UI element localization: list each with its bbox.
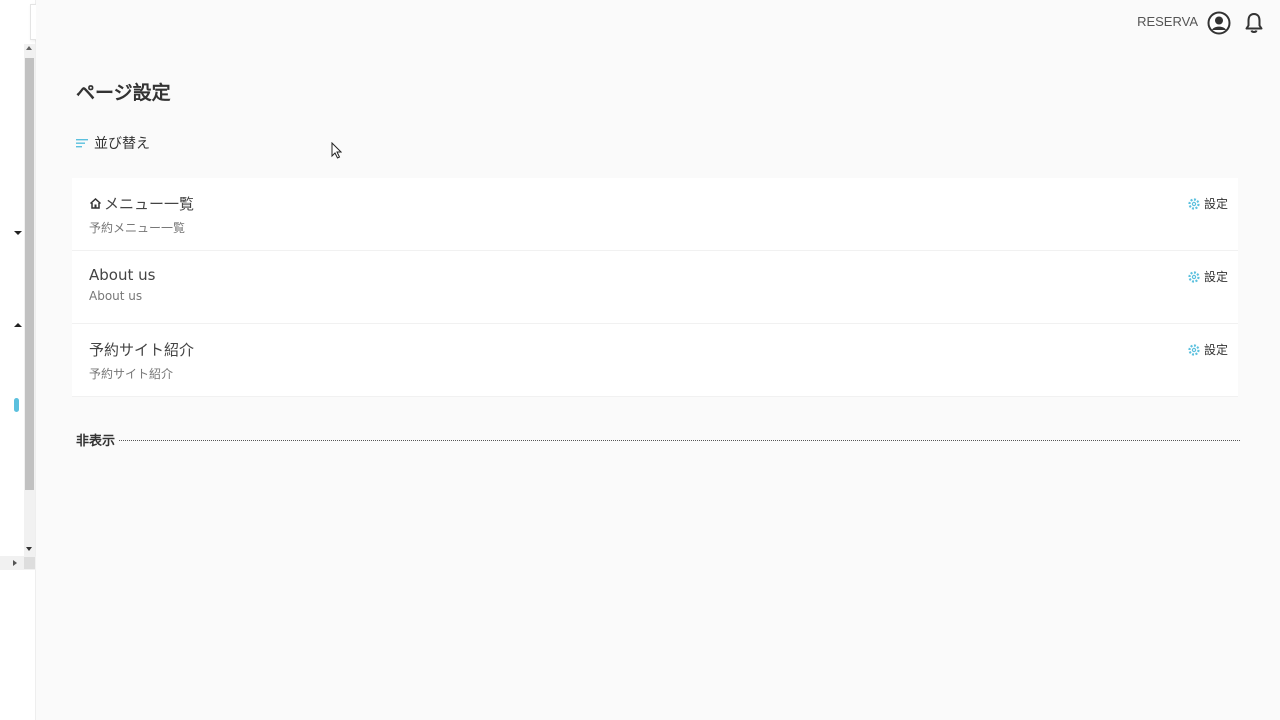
gear-icon: [1188, 270, 1200, 283]
settings-button[interactable]: 設定: [1188, 268, 1228, 285]
mouse-cursor-icon: [331, 142, 342, 159]
list-item-title: About us: [89, 266, 156, 284]
settings-label: 設定: [1203, 197, 1228, 211]
home-icon: [89, 197, 102, 209]
sort-button[interactable]: 並び替え: [76, 133, 150, 153]
list-item[interactable]: 予約サイト紹介 予約サイト紹介 設定: [72, 324, 1238, 397]
list-item-subtitle: 予約サイト紹介: [89, 367, 174, 381]
list-item-subtitle: 予約メニュー一覧: [89, 221, 186, 235]
settings-label: 設定: [1203, 343, 1228, 357]
hidden-section-label: 非表示: [76, 434, 116, 449]
user-avatar-icon[interactable]: [1207, 11, 1231, 35]
hidden-section-header: 非表示: [76, 430, 1240, 449]
settings-label: 設定: [1203, 270, 1228, 284]
brand-name[interactable]: RESERVA: [1137, 14, 1198, 29]
sort-label: 並び替え: [94, 136, 150, 152]
scroll-up-arrow-icon[interactable]: [26, 46, 32, 50]
divider: [119, 440, 1240, 441]
page-list: メニュー一覧 予約メニュー一覧 設定 About us About us 設定 …: [72, 178, 1238, 397]
settings-button[interactable]: 設定: [1188, 341, 1228, 358]
active-indicator: [14, 398, 19, 412]
list-item[interactable]: メニュー一覧 予約メニュー一覧 設定: [72, 178, 1238, 251]
caret-up-icon[interactable]: [14, 323, 22, 327]
gear-icon: [1188, 197, 1200, 210]
bell-icon[interactable]: [1242, 11, 1266, 35]
gear-icon: [1188, 343, 1200, 356]
sidebar-horizontal-scrollbar-thumb[interactable]: [24, 557, 35, 569]
sidebar-scrollbar-thumb[interactable]: [25, 58, 34, 490]
list-item[interactable]: About us About us 設定: [72, 251, 1238, 324]
settings-button[interactable]: 設定: [1188, 195, 1228, 212]
main-content: ページ設定 並び替え メニュー一覧 予約メニュー一覧 設定 About us A…: [72, 78, 1240, 449]
caret-down-icon[interactable]: [14, 231, 22, 235]
scroll-right-arrow-icon[interactable]: [13, 560, 17, 566]
sidebar: [0, 0, 36, 720]
header: RESERVA: [36, 0, 1280, 46]
page-title: ページ設定: [76, 82, 171, 104]
sidebar-scrollbar[interactable]: [24, 44, 35, 570]
sort-icon: [76, 139, 88, 148]
list-item-title: 予約サイト紹介: [89, 341, 195, 359]
list-item-subtitle: About us: [89, 289, 143, 303]
list-item-title: メニュー一覧: [104, 195, 195, 213]
scroll-down-arrow-icon[interactable]: [26, 547, 32, 551]
